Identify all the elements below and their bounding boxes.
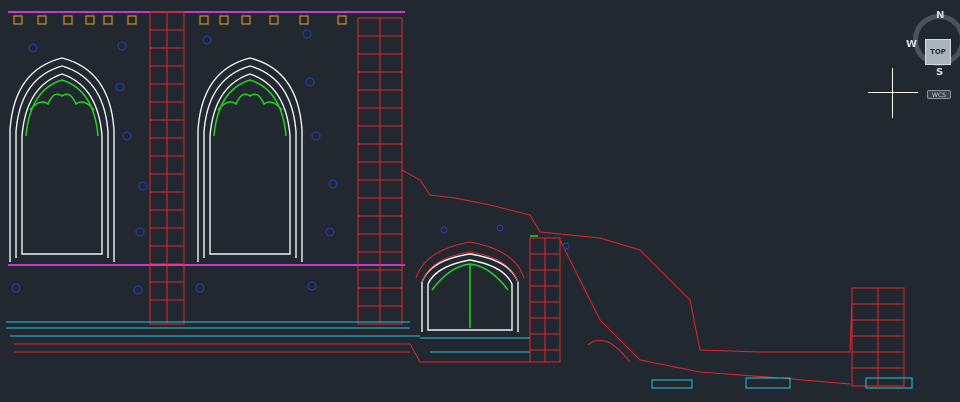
viewcube-top-face[interactable]: TOP <box>925 39 951 65</box>
parapet <box>8 11 405 266</box>
crosshair-vertical <box>892 68 893 118</box>
crenel-row <box>13 15 347 25</box>
model-space-viewport[interactable]: N W S TOP WCS <box>0 0 960 402</box>
plinth <box>6 321 913 389</box>
cad-drawing[interactable] <box>0 0 960 402</box>
window-tracery <box>25 79 538 328</box>
masonry-pillars <box>149 11 905 387</box>
compass-west-label[interactable]: W <box>906 40 917 50</box>
viewcube-icon[interactable]: N W S TOP <box>905 8 960 83</box>
ucs-menu-button[interactable]: WCS <box>927 90 951 99</box>
compass-north-label[interactable]: N <box>936 11 944 21</box>
crosshair-horizontal <box>868 92 918 93</box>
plinth-outline <box>14 343 530 363</box>
compass-south-label[interactable]: S <box>936 68 943 78</box>
